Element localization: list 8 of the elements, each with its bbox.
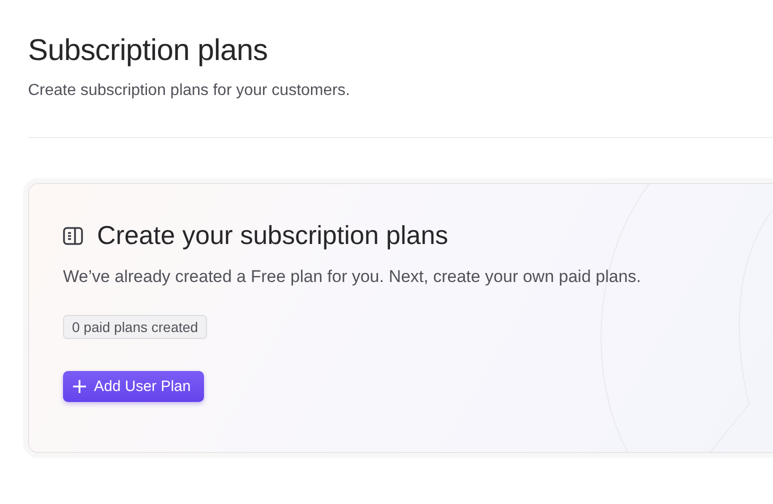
card-title: Create your subscription plans: [97, 220, 448, 251]
page-subtitle: Create subscription plans for your customers.: [28, 82, 351, 100]
add-user-plan-button[interactable]: Add User Plan: [63, 371, 204, 402]
card-description: We’ve already created a Free plan for you. Next, create your own paid plans.: [63, 267, 641, 287]
page-title: Subscription plans: [28, 34, 269, 68]
book-icon: [63, 226, 83, 244]
plus-icon: [73, 380, 86, 393]
paid-plans-count: 0 paid plans created: [63, 315, 208, 339]
